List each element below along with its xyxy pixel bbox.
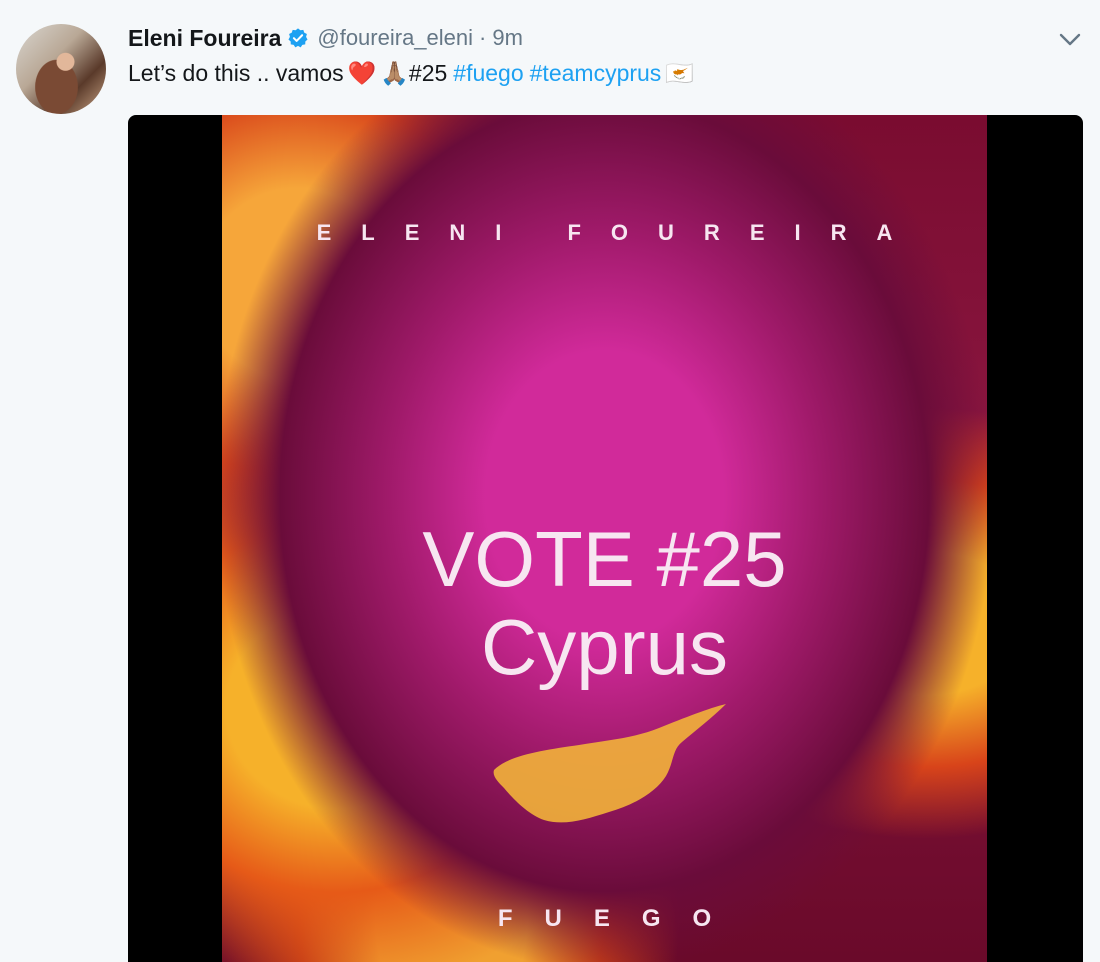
video-country-text: Cyprus [480, 603, 729, 691]
separator-dot: · [479, 25, 487, 50]
verified-badge-icon [288, 28, 308, 48]
chevron-down-icon[interactable] [1058, 31, 1082, 49]
video-vote-text: VOTE #25 [422, 515, 787, 603]
heart-emoji: ❤️ [347, 60, 377, 86]
pray-emoji: 🙏🏽 [380, 60, 409, 86]
tweet-header: Eleni Foureira @foureira_eleni · 9m [128, 22, 523, 54]
cyprus-map-icon [493, 704, 726, 823]
timestamp[interactable]: 9m [492, 25, 523, 51]
video-song-text: FUEGO [497, 905, 744, 932]
video-artist-text: ELENI FOUREIRA [316, 220, 923, 245]
author-handle[interactable]: @foureira_eleni [317, 25, 473, 51]
tweet-number-text: #25 [408, 60, 448, 86]
video-frame[interactable]: ELENI FOUREIRA VOTE #25 Cyprus FUEGO [222, 115, 987, 962]
cyprus-flag-emoji: 🇨🇾 [665, 60, 694, 86]
tweet-card[interactable]: Eleni Foureira @foureira_eleni · 9m Let’… [0, 0, 1100, 962]
hashtag-fuego[interactable]: #fuego [453, 60, 523, 87]
tweet-text-prefix: Let’s do this .. vamos [128, 60, 344, 86]
tweet-text: Let’s do this .. vamos ❤️ 🙏🏽 #25 #fuego … [128, 60, 694, 87]
video-player[interactable]: ELENI FOUREIRA VOTE #25 Cyprus FUEGO [128, 115, 1083, 962]
author-name[interactable]: Eleni Foureira [128, 25, 281, 52]
avatar[interactable] [16, 24, 106, 114]
hashtag-teamcyprus[interactable]: #teamcyprus [530, 60, 662, 87]
